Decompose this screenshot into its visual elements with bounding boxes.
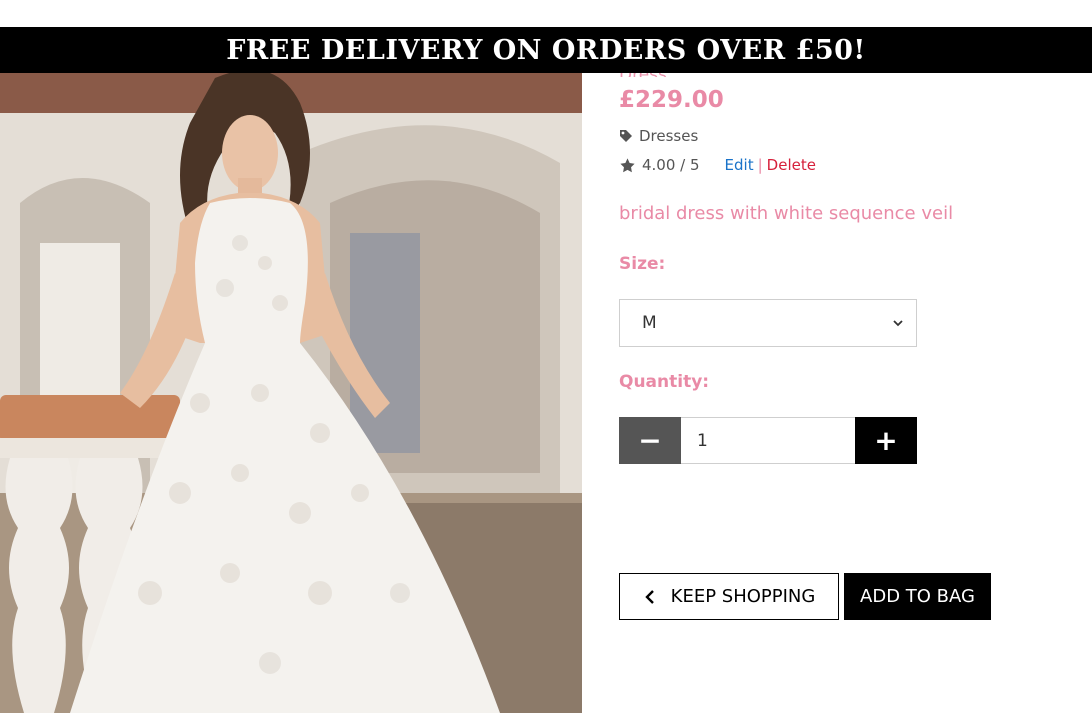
increment-button[interactable]: +	[855, 417, 917, 464]
delete-link[interactable]: Delete	[767, 156, 816, 174]
product-price: £229.00	[619, 87, 724, 113]
quantity-label: Quantity:	[619, 372, 710, 392]
banner-text: FREE DELIVERY ON ORDERS OVER £50!	[226, 34, 866, 66]
tag-icon	[620, 130, 632, 142]
quantity-input[interactable]: 1	[681, 417, 855, 464]
star-icon	[620, 157, 635, 172]
category-label: Dresses	[639, 127, 699, 145]
quantity-stepper: − 1 +	[619, 417, 917, 464]
keep-shopping-button[interactable]: Keep Shopping	[619, 573, 839, 620]
rating-row: 4.00 / 5 Edit | Delete	[619, 156, 816, 174]
product-description: bridal dress with white sequence veil	[619, 203, 954, 224]
size-select[interactable]: M	[619, 299, 917, 347]
add-to-bag-button[interactable]: Add to Bag	[844, 573, 991, 620]
chevron-left-icon	[644, 589, 654, 604]
free-delivery-banner: FREE DELIVERY ON ORDERS OVER £50!	[0, 27, 1092, 73]
chevron-down-icon	[893, 320, 903, 327]
keep-shopping-label: Keep Shopping	[670, 586, 816, 607]
link-separator: |	[757, 156, 763, 174]
edit-link[interactable]: Edit	[725, 156, 754, 174]
product-category[interactable]: Dresses	[619, 127, 698, 145]
product-image	[0, 73, 582, 713]
rating-value: 4.00 / 5	[642, 156, 700, 174]
size-selected-value: M	[642, 313, 657, 333]
decrement-button[interactable]: −	[619, 417, 681, 464]
size-label: Size:	[619, 254, 666, 274]
